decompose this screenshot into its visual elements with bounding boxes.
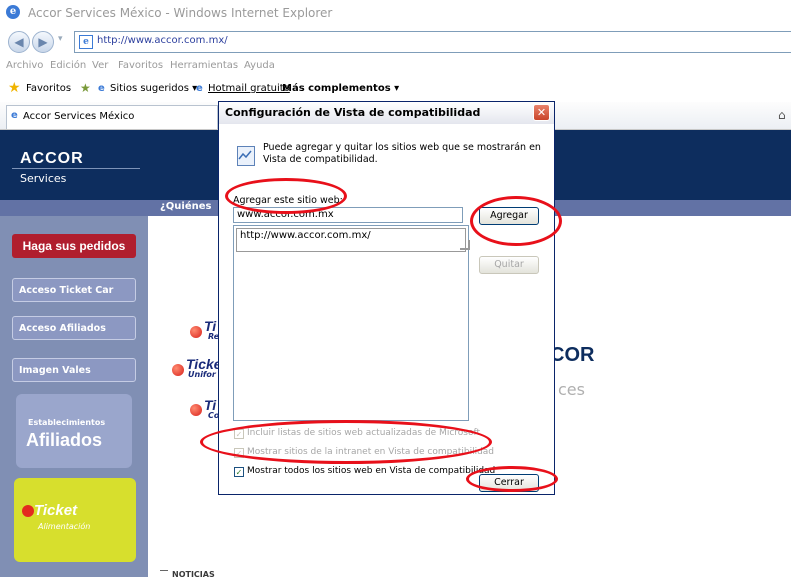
ticket-alimentacion-banner[interactable]: Ticket Alimentación <box>14 478 136 562</box>
add-favorite-icon[interactable]: ★ <box>80 81 91 95</box>
back-button[interactable]: ◀ <box>8 31 30 53</box>
menu-ayuda[interactable]: Ayuda <box>244 60 275 71</box>
ticket-logo-2-sub: Unifor <box>188 370 216 379</box>
page-icon: e <box>79 35 93 49</box>
forward-button[interactable]: ▶ <box>32 31 54 53</box>
menu-herramientas[interactable]: Herramientas <box>170 60 238 71</box>
tab-accor[interactable]: e Accor Services México <box>6 105 218 129</box>
nav-quienes[interactable]: ¿Quiénes <box>160 201 211 212</box>
left-sidebar: Haga sus pedidos Acceso Ticket Car Acces… <box>0 216 148 577</box>
remove-button[interactable]: Quitar <box>479 256 539 274</box>
window-title: Accor Services México - Windows Internet… <box>28 6 333 20</box>
menu-archivo[interactable]: Archivo <box>6 60 43 71</box>
all-sites-checkbox[interactable]: ✓ <box>234 467 244 477</box>
annotation-oval <box>466 466 558 492</box>
annotation-oval <box>470 196 562 246</box>
favorites-bar: ★ Favoritos ★ e Sitios sugeridos ▾ e Hot… <box>0 76 791 102</box>
ticket-subtitle: Alimentación <box>38 522 91 531</box>
compat-view-icon <box>237 146 255 166</box>
home-icon[interactable]: ⌂ <box>778 108 786 122</box>
noticias-heading: NOTICIAS <box>172 570 215 579</box>
resize-grip-icon <box>460 240 470 250</box>
annotation-oval <box>225 178 347 214</box>
dialog-info-text: Puede agregar y quitar los sitios web qu… <box>263 142 541 165</box>
ie-small-icon: e <box>98 83 105 94</box>
imagen-vales-button[interactable]: Imagen Vales <box>12 358 136 382</box>
ie-logo-icon: e <box>6 5 20 19</box>
accor-logo: ACCOR <box>20 150 84 167</box>
window-titlebar: e Accor Services México - Windows Intern… <box>0 0 791 26</box>
dialog-close-icon[interactable]: ✕ <box>533 104 550 121</box>
sites-list[interactable]: http://www.accor.com.mx/ <box>233 225 470 421</box>
menu-edicion[interactable]: Edición <box>50 60 86 71</box>
ticket-logo-ball-icon <box>190 404 202 416</box>
ticket-title: Ticket <box>34 502 78 519</box>
favorites-star-icon[interactable]: ★ <box>8 80 21 96</box>
ticket-logo-ball-icon <box>172 364 184 376</box>
address-bar[interactable]: e http://www.accor.com.mx/ <box>74 31 791 53</box>
acceso-afiliados-button[interactable]: Acceso Afiliados <box>12 316 136 340</box>
more-addons-link[interactable]: Más complementos ▾ <box>282 83 399 94</box>
pedidos-button[interactable]: Haga sus pedidos <box>12 234 136 258</box>
services-logo-text: Services <box>20 172 67 185</box>
menu-bar: Archivo Edición Ver Favoritos Herramient… <box>0 56 791 76</box>
history-dropdown-icon[interactable]: ▾ <box>58 34 63 44</box>
logo-divider <box>12 168 140 169</box>
all-sites-label: Mostrar todos los sitios web en Vista de… <box>247 466 496 476</box>
estab-big-text: Afiliados <box>26 430 103 450</box>
suggested-sites-link[interactable]: Sitios sugeridos ▾ <box>110 83 197 94</box>
ticket-logo-dot-icon <box>22 505 34 517</box>
menu-ver[interactable]: Ver <box>92 60 108 71</box>
accor-center-logo: COR <box>550 344 595 366</box>
dialog-title: Configuración de Vista de compatibilidad <box>225 106 481 119</box>
services-center-text: ces <box>558 380 585 399</box>
acceso-ticket-car-button[interactable]: Acceso Ticket Car <box>12 278 136 302</box>
ie-small-icon: e <box>196 83 203 94</box>
noticias-icon <box>160 570 168 576</box>
annotation-oval <box>200 420 492 464</box>
address-row: ◀ ▶ ▾ e http://www.accor.com.mx/ <box>0 26 791 56</box>
hotmail-link[interactable]: Hotmail gratuito <box>208 83 290 94</box>
ticket-logo-ball-icon <box>190 326 202 338</box>
ie-small-icon: e <box>11 110 18 121</box>
address-url[interactable]: http://www.accor.com.mx/ <box>97 35 228 46</box>
list-item[interactable]: http://www.accor.com.mx/ <box>236 228 466 252</box>
favorites-label[interactable]: Favoritos <box>26 83 71 94</box>
dialog-titlebar: Configuración de Vista de compatibilidad… <box>219 102 554 124</box>
tab-label: Accor Services México <box>23 111 135 122</box>
menu-favoritos[interactable]: Favoritos <box>118 60 163 71</box>
establecimientos-afiliados-banner[interactable]: Establecimientos Afiliados <box>16 394 132 468</box>
estab-small-text: Establecimientos <box>28 418 106 427</box>
